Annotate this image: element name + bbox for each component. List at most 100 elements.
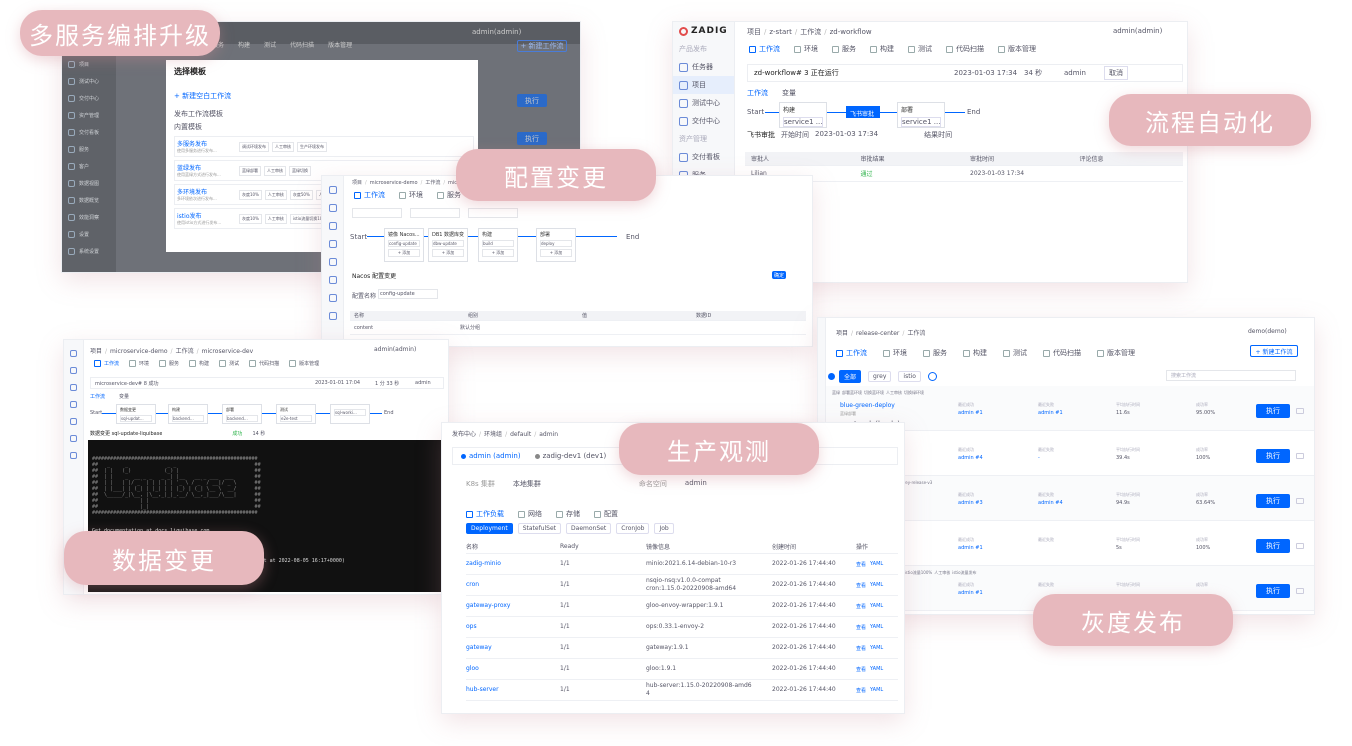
nav-icon[interactable] <box>70 367 77 374</box>
kind-tab[interactable]: Job <box>654 523 674 534</box>
search-input[interactable]: 搜索工作流 <box>1166 370 1296 381</box>
nav-icon[interactable] <box>70 384 77 391</box>
nav-icon[interactable] <box>70 418 77 425</box>
workload-name-link[interactable]: gateway <box>466 644 560 652</box>
kind-tab[interactable]: Deployment <box>466 523 513 534</box>
cancel-button[interactable]: 取消 <box>1104 66 1128 80</box>
filter-tag[interactable]: grey <box>868 371 892 382</box>
tab-item[interactable]: 构建 <box>238 40 250 49</box>
sub-tab[interactable]: 变量 <box>782 88 796 98</box>
stat-value[interactable]: - <box>1038 455 1040 461</box>
user-name[interactable]: admin(admin) <box>1113 27 1162 35</box>
breadcrumb-item[interactable]: microservice-demo <box>370 180 418 186</box>
stage-node[interactable]: 构建 build + 添加 <box>478 228 518 262</box>
nav-icon[interactable] <box>328 294 337 302</box>
stage-node[interactable]: DB1 数据库变更 dbw-update + 添加 <box>428 228 468 262</box>
sidebar-item[interactable]: 服务 <box>62 141 116 158</box>
tab-item[interactable]: 服务 <box>437 190 461 200</box>
view-link[interactable]: 查看 <box>856 687 866 694</box>
stage-node[interactable]: 部署 backend... <box>222 404 262 424</box>
stage-node[interactable]: 构建 backend... <box>168 404 208 424</box>
run-button[interactable]: 执行 <box>517 132 547 145</box>
tab-item[interactable]: 工作负载 <box>466 509 504 519</box>
tab-item[interactable]: 版本管理 <box>289 360 319 367</box>
breadcrumb-item[interactable]: 项目 <box>352 180 362 186</box>
config-value[interactable]: config-update <box>378 289 438 299</box>
more-icon[interactable] <box>1296 498 1304 504</box>
nav-icon[interactable] <box>328 312 337 320</box>
tab-item[interactable]: 服务 <box>832 44 856 54</box>
run-button[interactable]: 执行 <box>1256 449 1290 463</box>
stage-node[interactable]: 镜像 Nacos... config-update + 添加 <box>384 228 424 262</box>
tab-item[interactable]: 服务 <box>923 348 947 358</box>
kind-tab[interactable]: DaemonSet <box>566 523 612 534</box>
nav-icon[interactable] <box>70 435 77 442</box>
nav-icon[interactable] <box>328 240 337 248</box>
tab-item[interactable]: 测试 <box>1003 348 1027 358</box>
stage-node[interactable]: sql-worki... <box>330 404 370 424</box>
sidebar-item[interactable]: 项目 <box>62 56 116 73</box>
run-button[interactable]: 执行 <box>1256 494 1290 508</box>
tab-item[interactable]: 服务 <box>159 360 179 367</box>
kind-tab[interactable]: StatefulSet <box>517 523 562 534</box>
add-job-button[interactable]: + 添加 <box>432 249 464 257</box>
breadcrumb-item[interactable]: 项目 <box>747 28 761 36</box>
kind-tab[interactable]: CronJob <box>616 523 650 534</box>
stat-value[interactable]: admin #3 <box>958 500 983 506</box>
tab-item[interactable]: 工作流 <box>749 44 780 54</box>
sidebar-item[interactable]: 项目 <box>673 76 734 94</box>
env-tab[interactable]: zadig-dev1 (dev1) <box>534 452 606 460</box>
add-job-button[interactable]: + 添加 <box>540 249 572 257</box>
nav-icon[interactable] <box>328 204 337 212</box>
yaml-link[interactable]: YAML <box>870 603 883 610</box>
workload-name-link[interactable]: gloo <box>466 665 560 673</box>
filter-tag[interactable]: 全部 <box>839 370 862 383</box>
sub-tab[interactable]: 工作流 <box>747 88 768 98</box>
stage-node[interactable]: 测试 e2e-test <box>276 404 316 424</box>
more-icon[interactable] <box>1296 543 1304 549</box>
sub-tab[interactable]: 变量 <box>119 393 129 400</box>
view-link[interactable]: 查看 <box>856 645 866 652</box>
tab-item[interactable]: 配置 <box>594 509 618 519</box>
workload-name-link[interactable]: ops <box>466 623 560 631</box>
stat-value[interactable]: admin #4 <box>1038 500 1063 506</box>
nav-icon[interactable] <box>70 401 77 408</box>
run-button[interactable]: 执行 <box>1256 404 1290 418</box>
yaml-link[interactable]: YAML <box>870 687 883 694</box>
tab-item[interactable]: 代码扫描 <box>249 360 279 367</box>
yaml-link[interactable]: YAML <box>870 624 883 631</box>
tab-item[interactable]: 测试 <box>264 40 276 49</box>
sidebar-item[interactable]: 设置 <box>62 226 116 243</box>
tab-item[interactable]: 工作流 <box>354 190 385 200</box>
user-name[interactable]: admin(admin) <box>374 346 416 353</box>
tab-item[interactable]: 构建 <box>870 44 894 54</box>
view-link[interactable]: 查看 <box>856 603 866 610</box>
breadcrumb-item[interactable]: 工作流 <box>800 28 821 36</box>
deploy-node[interactable]: 部署 service1 ... <box>897 102 945 128</box>
breadcrumb-item[interactable]: microservice-demo <box>110 348 168 355</box>
stat-value[interactable]: admin #1 <box>958 590 983 596</box>
yaml-link[interactable]: YAML <box>870 561 883 568</box>
sidebar-item[interactable]: 效能洞察 <box>62 209 116 226</box>
template-item[interactable]: 多服务发布 使用多服务进行发布... 调试环境发布 人工审核 生产环境发布 <box>174 136 474 157</box>
tab-item[interactable]: 版本管理 <box>328 40 352 49</box>
tab-item[interactable]: 版本管理 <box>1097 348 1135 358</box>
nav-icon[interactable] <box>328 186 337 194</box>
workload-name-link[interactable]: hub-server <box>466 686 560 694</box>
sidebar-item[interactable]: 测试中心 <box>62 73 116 90</box>
sidebar-item[interactable]: 数据视图 <box>62 175 116 192</box>
tab-item[interactable]: 工作流 <box>94 360 119 367</box>
workflow-name[interactable]: blue-green-deploy <box>840 402 895 409</box>
nav-icon[interactable] <box>70 350 77 357</box>
tab-item[interactable]: 测试 <box>219 360 239 367</box>
breadcrumb-item[interactable]: 项目 <box>90 348 102 355</box>
breadcrumb-item[interactable]: microservice-dev <box>202 348 254 355</box>
ok-button[interactable]: 确定 <box>772 271 786 279</box>
sidebar-item[interactable]: 交付看板 <box>62 124 116 141</box>
stage-node[interactable]: 部署 deploy + 添加 <box>536 228 576 262</box>
tab-item[interactable]: 版本管理 <box>998 44 1036 54</box>
tab-item[interactable]: 测试 <box>908 44 932 54</box>
nav-icon[interactable] <box>328 276 337 284</box>
stage-node[interactable]: 数据变更 sql-updat... <box>116 404 156 424</box>
tab-item[interactable]: 环境 <box>883 348 907 358</box>
